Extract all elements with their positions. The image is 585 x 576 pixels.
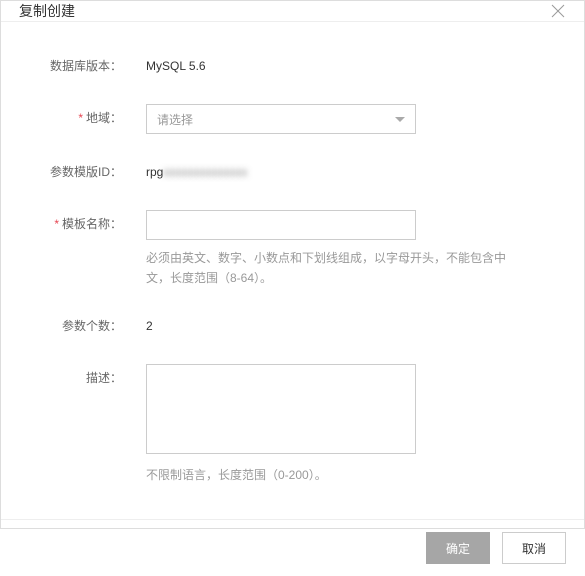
row-region: *地域： 请选择 [31,104,554,134]
region-select-placeholder: 请选择 [157,111,193,128]
blurred-text: xxxxxxxxxxxxxx [163,165,247,179]
required-mark: * [78,111,83,125]
label-template-name: *模板名称： [31,210,146,238]
label-description: 描述： [31,364,146,392]
value-db-version: MySQL 5.6 [146,52,554,80]
row-template-id: 参数模版ID： rpgxxxxxxxxxxxxxx [31,158,554,186]
row-param-count: 参数个数： 2 [31,312,554,340]
description-hint: 不限制语言，长度范围（0-200）。 [146,465,506,485]
label-db-version: 数据库版本： [31,52,146,80]
dialog-title: 复制创建 [19,1,75,21]
dialog-header: 复制创建 [1,1,584,22]
close-icon[interactable] [550,3,566,19]
required-mark: * [54,217,59,231]
template-name-hint: 必须由英文、数字、小数点和下划线组成，以字母开头，不能包含中文，长度范围（8-6… [146,248,506,288]
template-name-input[interactable] [146,210,416,240]
confirm-button[interactable]: 确定 [426,532,490,564]
dialog-footer: 确定 取消 [1,519,584,576]
label-template-id: 参数模版ID： [31,158,146,186]
cancel-button[interactable]: 取消 [502,532,566,564]
region-select[interactable]: 请选择 [146,104,416,134]
row-template-name: *模板名称： 必须由英文、数字、小数点和下划线组成，以字母开头，不能包含中文，长… [31,210,554,288]
row-description: 描述： 不限制语言，长度范围（0-200）。 [31,364,554,485]
label-param-count: 参数个数： [31,312,146,340]
dialog-body: 数据库版本： MySQL 5.6 *地域： 请选择 参数模版ID： rpgxxx… [1,22,584,519]
value-template-id: rpgxxxxxxxxxxxxxx [146,158,554,186]
description-textarea[interactable] [146,364,416,454]
label-region: *地域： [31,104,146,132]
value-param-count: 2 [146,312,554,340]
chevron-down-icon [395,117,405,122]
row-db-version: 数据库版本： MySQL 5.6 [31,52,554,80]
